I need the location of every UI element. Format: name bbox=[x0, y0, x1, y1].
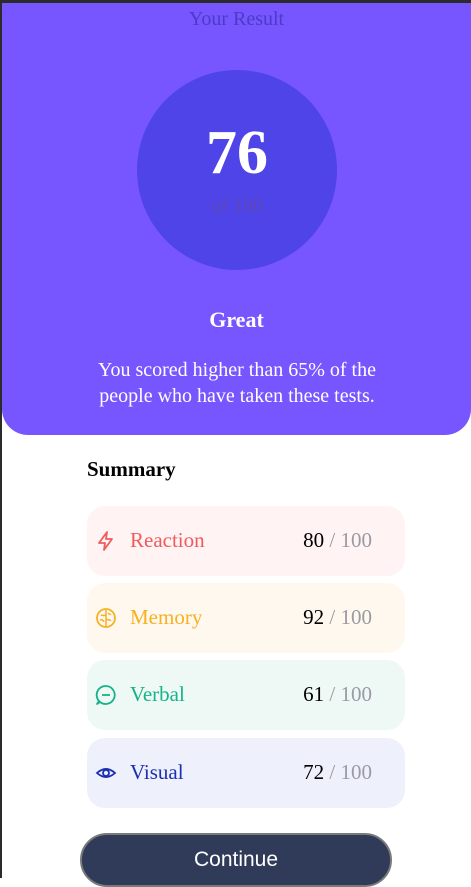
summary-item-label: Reaction bbox=[130, 528, 205, 552]
score-total: 100 bbox=[340, 682, 373, 706]
summary-item-label: Visual bbox=[130, 760, 184, 784]
summary-item-label: Memory bbox=[130, 605, 203, 629]
score-number: 92 bbox=[303, 605, 325, 629]
summary-item-score: 72 / 100 bbox=[303, 760, 372, 785]
summary-item-score: 80 / 100 bbox=[303, 528, 372, 553]
continue-button[interactable]: Continue bbox=[80, 833, 392, 887]
rating-label: Great bbox=[209, 307, 264, 332]
summary-item-score: 61 / 100 bbox=[303, 682, 372, 707]
summary-title: Summary bbox=[87, 457, 176, 481]
score-number: 80 bbox=[303, 528, 325, 552]
summary-item-visual: Visual 72 / 100 bbox=[87, 738, 405, 808]
summary-item-score: 92 / 100 bbox=[303, 605, 372, 630]
eye-icon bbox=[95, 762, 117, 784]
score-total: 100 bbox=[340, 760, 373, 784]
summary-item-reaction: Reaction 80 / 100 bbox=[87, 506, 405, 576]
summary-item-label: Verbal bbox=[130, 682, 185, 706]
summary-item-verbal: Verbal 61 / 100 bbox=[87, 660, 405, 730]
score-circle: 76 of 100 bbox=[137, 70, 337, 270]
result-description: You scored higher than 65% of the people… bbox=[98, 359, 376, 407]
score-separator: / bbox=[329, 528, 336, 552]
score-separator: / bbox=[329, 682, 336, 706]
lightning-icon bbox=[95, 530, 117, 552]
score-separator: / bbox=[329, 605, 336, 629]
score-separator: / bbox=[329, 760, 336, 784]
result-title: Your Result bbox=[188, 8, 285, 30]
score-max: of 100 bbox=[211, 195, 263, 217]
score-total: 100 bbox=[340, 528, 373, 552]
score-value: 76 bbox=[206, 119, 268, 187]
score-number: 61 bbox=[303, 682, 325, 706]
chat-icon bbox=[95, 684, 117, 706]
score-total: 100 bbox=[340, 605, 373, 629]
result-panel: Your Result 76 of 100 Great You scored h… bbox=[2, 3, 471, 435]
brain-icon bbox=[95, 607, 117, 629]
summary-item-memory: Memory 92 / 100 bbox=[87, 583, 405, 653]
score-number: 72 bbox=[303, 760, 325, 784]
